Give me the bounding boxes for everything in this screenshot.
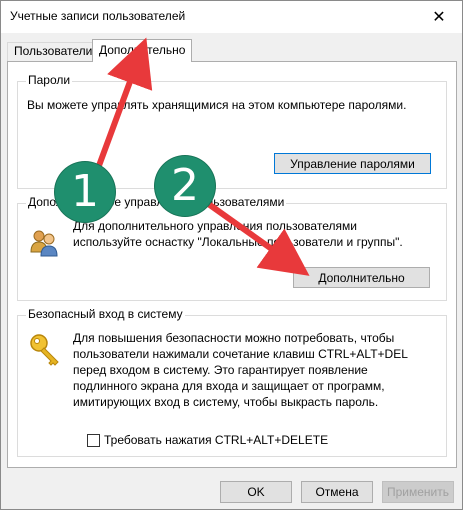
- close-icon[interactable]: ✕: [416, 1, 462, 33]
- users-icon: [28, 226, 60, 258]
- user-accounts-window: Учетные записи пользователей ✕ Пользоват…: [0, 0, 463, 510]
- passwords-group-title: Пароли: [26, 73, 73, 87]
- secure-logon-line: перед входом в систему. Это гарантирует …: [73, 363, 368, 377]
- key-icon: [28, 332, 62, 366]
- tab-strip: Пользователи Дополнительно: [7, 39, 457, 62]
- passwords-description: Вы можете управлять хранящимися на этом …: [27, 98, 407, 112]
- apply-button[interactable]: Применить: [382, 481, 454, 503]
- ok-button[interactable]: OK: [220, 481, 292, 503]
- step-badge-2: 2: [155, 156, 215, 216]
- advanced-button[interactable]: Дополнительно: [293, 267, 430, 288]
- secure-logon-line: Для повышения безопасности можно потребо…: [73, 331, 395, 345]
- tab-advanced[interactable]: Дополнительно: [92, 39, 193, 62]
- secure-logon-title: Безопасный вход в систему: [26, 307, 185, 321]
- tab-panel-advanced: Пароли Вы можете управлять хранящимися н…: [7, 61, 457, 468]
- secure-logon-line: пользователи нажимали сочетание клавиш C…: [73, 347, 408, 361]
- require-ctrl-alt-delete-checkbox[interactable]: [87, 434, 100, 447]
- window-title: Учетные записи пользователей: [10, 9, 186, 23]
- advanced-management-text-line2: используйте оснастку "Локальные пользова…: [73, 235, 403, 249]
- cancel-button[interactable]: Отмена: [301, 481, 373, 503]
- secure-logon-group: Безопасный вход в систему Для повышения …: [17, 307, 447, 457]
- manage-passwords-button[interactable]: Управление паролями: [274, 153, 431, 174]
- title-bar: Учетные записи пользователей ✕: [1, 1, 462, 33]
- step-badge-1: 1: [55, 162, 115, 222]
- secure-logon-line: подлинного экрана для входа и защищает о…: [73, 379, 385, 393]
- advanced-management-text-line1: Для дополнительного управления пользоват…: [73, 219, 357, 233]
- require-ctrl-alt-delete-label[interactable]: Требовать нажатия CTRL+ALT+DELETE: [104, 432, 328, 448]
- secure-logon-line: имитирующих вход в систему, чтобы выкрас…: [73, 395, 379, 409]
- tab-users[interactable]: Пользователи: [7, 42, 100, 61]
